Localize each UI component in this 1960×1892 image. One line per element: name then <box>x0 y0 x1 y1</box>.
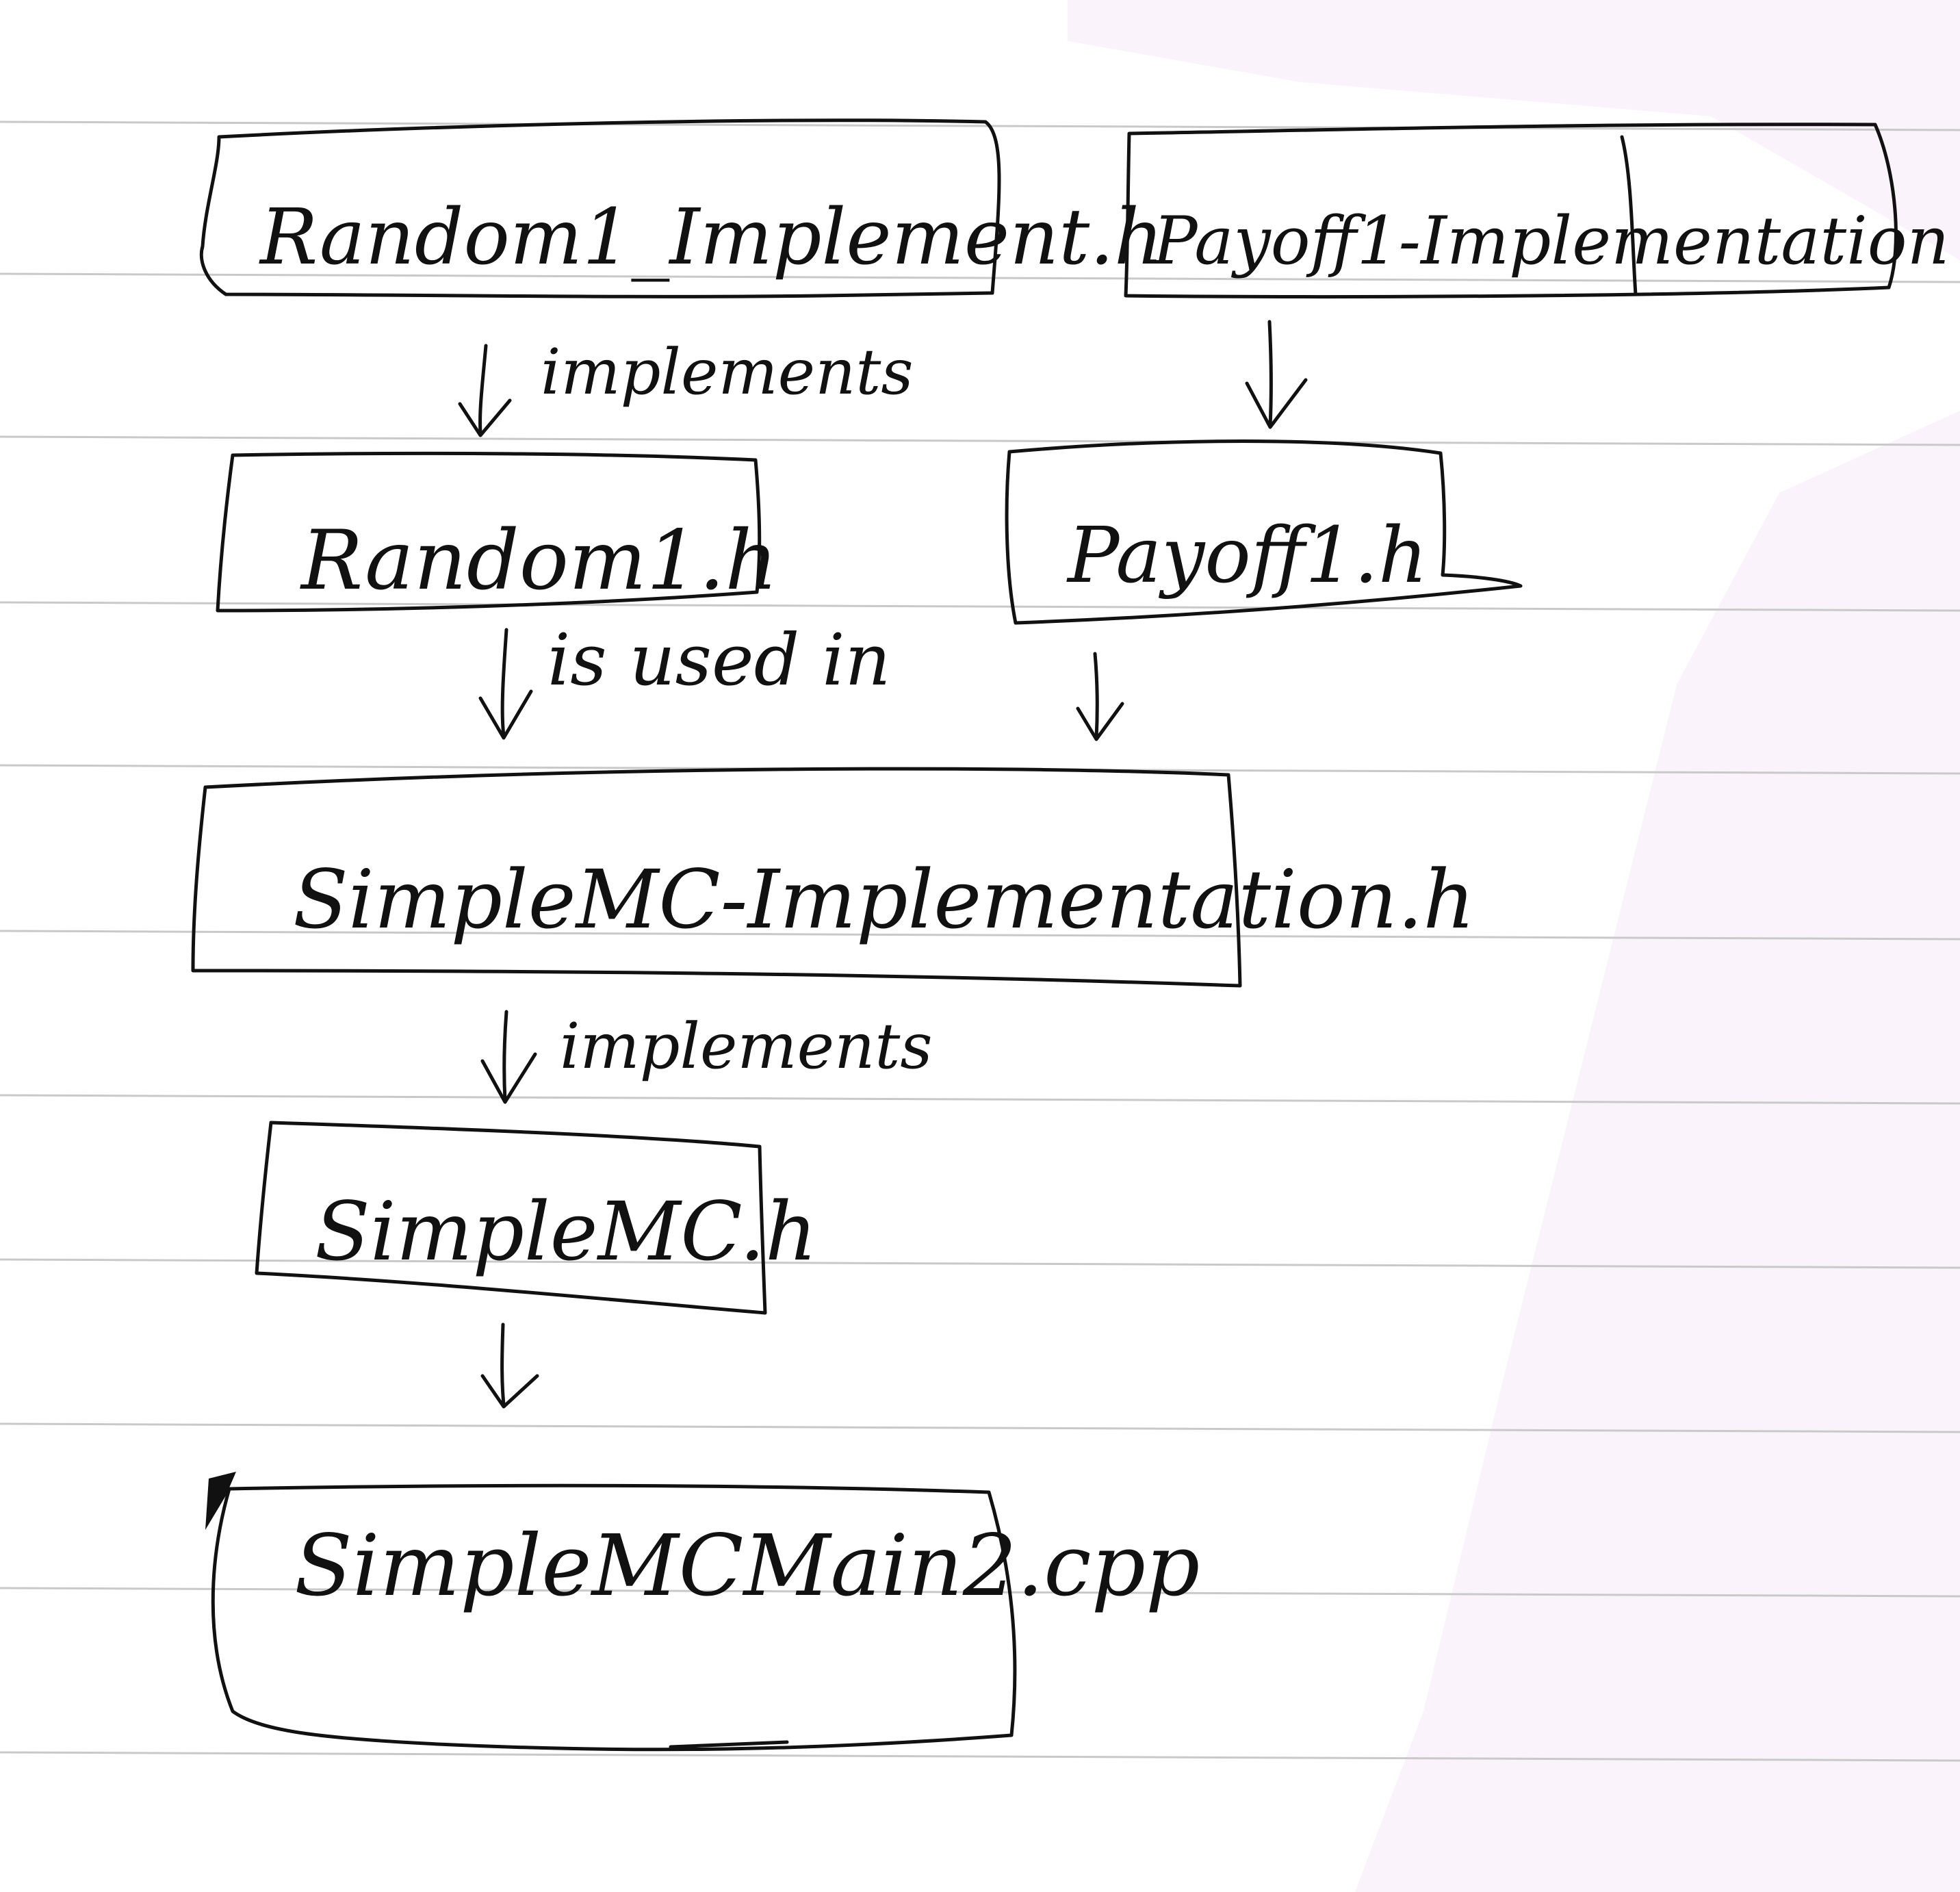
edge-random-impl-to-random-head <box>458 398 512 437</box>
diagram-canvas: Random1_Implement.h Payoff1-Implementati… <box>0 0 1960 1892</box>
node-random-implement-label: Random1_Implement.h <box>259 193 1163 282</box>
edge-payoff-to-simplemc-impl-line <box>1093 652 1099 740</box>
edge-payoff-impl-to-payoff <box>1245 320 1308 429</box>
node-simplemc-implementation: SimpleMC-Implementation.h <box>191 767 1475 988</box>
node-main: SimpleMCMain2.cpp <box>205 1472 1200 1752</box>
edge-payoff-to-simplemc-impl-head <box>1076 702 1124 741</box>
edge-simplemc-to-main-head <box>480 1374 539 1409</box>
node-random: Random1.h <box>216 451 778 613</box>
node-main-label: SimpleMCMain2.cpp <box>294 1517 1200 1615</box>
edge-simplemc-to-main <box>480 1322 539 1409</box>
edge-simplemc-impl-to-simplemc-label: implements <box>560 1010 933 1083</box>
notebook-page: Random1_Implement.h Payoff1-Implementati… <box>0 0 1960 1892</box>
edge-random-impl-to-random-label: implements <box>541 335 914 409</box>
node-random-label: Random1.h <box>300 513 778 609</box>
node-simplemc-label: SimpleMC.h <box>315 1184 817 1279</box>
edge-random-to-simplemc-impl-line <box>500 628 508 738</box>
edge-payoff-impl-to-payoff-head <box>1245 378 1308 429</box>
node-payoff: Payoff1.h <box>1005 439 1523 625</box>
edge-payoff-to-simplemc-impl <box>1076 652 1124 741</box>
node-payoff-implementation-label: Payoff1-Implementation <box>1152 203 1949 279</box>
edge-random-impl-to-random-line <box>478 344 488 435</box>
edge-simplemc-impl-to-simplemc: implements <box>480 1010 933 1104</box>
edge-random-to-simplemc-impl: is used in <box>478 618 890 740</box>
edge-payoff-impl-to-payoff-line <box>1267 320 1273 428</box>
node-main-underline <box>669 1740 789 1749</box>
node-simplemc-implementation-label: SimpleMC-Implementation.h <box>293 852 1475 947</box>
edge-simplemc-impl-to-simplemc-head <box>480 1052 537 1104</box>
edge-simplemc-to-main-line <box>500 1322 506 1407</box>
node-simplemc: SimpleMC.h <box>255 1121 817 1315</box>
node-payoff-label: Payoff1.h <box>1066 511 1428 600</box>
edge-simplemc-impl-to-simplemc-line <box>502 1010 508 1103</box>
edge-random-to-simplemc-impl-label: is used in <box>547 618 890 702</box>
edge-random-impl-to-random: implements <box>458 335 914 437</box>
edge-random-to-simplemc-impl-head <box>478 689 533 740</box>
node-random-implement: Random1_Implement.h <box>199 118 1163 298</box>
